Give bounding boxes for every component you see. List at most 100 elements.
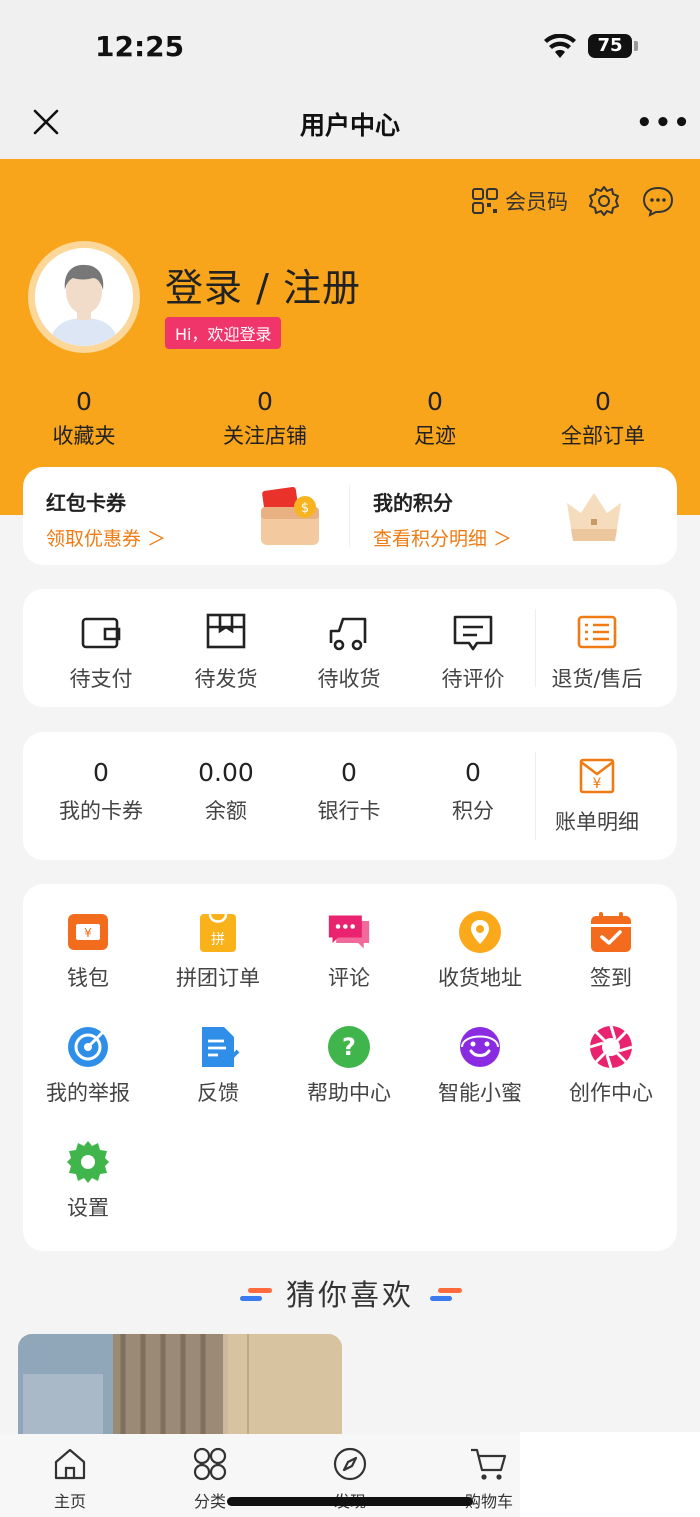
stat-all-orders[interactable]: 0 全部订单 <box>543 387 663 450</box>
coupon-title: 红包卡券 <box>46 491 126 515</box>
order-pending-review[interactable]: 待评价 <box>413 611 533 693</box>
box-icon <box>206 613 246 649</box>
wallet-label: 银行卡 <box>317 799 381 823</box>
order-label: 退货/售后 <box>551 667 643 691</box>
stat-value: 0 <box>427 387 443 416</box>
coupon-section[interactable]: 红包卡券 领取优惠券 ＞ <box>46 487 166 551</box>
stat-value: 0 <box>257 387 273 416</box>
target-icon <box>68 1027 108 1067</box>
coupon-link[interactable]: 领取优惠券 ＞ <box>46 524 166 551</box>
battery-nub <box>634 41 638 51</box>
stat-value: 0 <box>76 387 92 416</box>
stat-label: 足迹 <box>414 424 456 448</box>
cart-icon <box>471 1448 507 1480</box>
promo-divider <box>349 485 350 547</box>
truck-icon <box>329 617 367 651</box>
service-label: 我的举报 <box>46 1081 130 1105</box>
bill-details[interactable]: ¥ 账单明细 <box>537 754 657 836</box>
product-photo <box>18 1334 342 1444</box>
calendar-check-icon <box>591 912 631 952</box>
divider <box>535 752 536 840</box>
service-wallet[interactable]: ¥ 钱包 <box>28 910 148 992</box>
return-list-icon <box>577 615 617 649</box>
comment-icon <box>453 615 493 651</box>
group-buy-icon: 拼 <box>200 913 236 952</box>
service-group-orders[interactable]: 拼 拼团订单 <box>158 910 278 992</box>
user-header: 会员码 登录 / 注册 Hi，欢迎登录 0 收藏夹 0 关注店铺 0 足迹 0 … <box>0 159 700 515</box>
stat-footprints[interactable]: 0 足迹 <box>385 387 485 450</box>
wallet-value: 0 <box>465 758 481 787</box>
divider <box>535 609 536 687</box>
svg-text:¥: ¥ <box>84 926 92 940</box>
stat-favorites[interactable]: 0 收藏夹 <box>34 387 134 450</box>
status-time: 12:25 <box>95 30 185 63</box>
avatar[interactable] <box>28 241 140 353</box>
order-return-after-sale[interactable]: 退货/售后 <box>537 611 657 693</box>
service-feedback[interactable]: 反馈 <box>158 1025 278 1107</box>
svg-text:¥: ¥ <box>593 776 602 792</box>
service-label: 创作中心 <box>569 1081 653 1105</box>
blank-area <box>520 1432 700 1517</box>
tab-label: 主页 <box>53 1492 86 1511</box>
points[interactable]: 0 积分 <box>413 758 533 825</box>
order-label: 待评价 <box>441 667 505 691</box>
avatar-image <box>35 248 133 346</box>
service-checkin[interactable]: 签到 <box>551 910 671 992</box>
service-label: 拼团订单 <box>176 966 260 990</box>
aperture-icon <box>589 1025 633 1069</box>
wifi-icon <box>544 34 576 58</box>
promo-card: 红包卡券 领取优惠券 ＞ $ 我的积分 查看积分明细 ＞ <box>23 467 677 565</box>
header-actions: 会员码 <box>471 183 676 219</box>
category-icon <box>193 1447 227 1481</box>
services-card: ¥ 钱包 拼 拼团订单 评论 收货地址 签到 我的举报 反馈 ? 帮助中心 智能… <box>23 884 677 1251</box>
guess-right-decoration <box>430 1288 462 1301</box>
service-label: 帮助中心 <box>307 1081 391 1105</box>
service-label: 评论 <box>328 966 370 990</box>
page-title: 用户中心 <box>299 111 400 140</box>
stat-label: 全部订单 <box>561 424 645 448</box>
compass-icon <box>333 1447 367 1481</box>
service-smart-assistant[interactable]: 智能小蜜 <box>420 1025 540 1107</box>
member-code-button[interactable]: 会员码 <box>471 186 568 216</box>
points-link[interactable]: 查看积分明细 ＞ <box>373 524 512 551</box>
points-section[interactable]: 我的积分 查看积分明细 ＞ <box>373 487 512 551</box>
welcome-badge: Hi，欢迎登录 <box>165 317 282 349</box>
qr-code-icon <box>472 188 498 214</box>
crown-icon <box>567 493 621 541</box>
wallet-value: 0.00 <box>198 758 254 787</box>
more-options-button[interactable]: ••• <box>636 108 692 138</box>
service-label: 智能小蜜 <box>438 1081 522 1105</box>
balance[interactable]: 0.00 余额 <box>166 758 286 825</box>
service-address[interactable]: 收货地址 <box>420 910 540 992</box>
product-image[interactable] <box>18 1334 342 1444</box>
my-coupons[interactable]: 0 我的卡券 <box>41 758 161 825</box>
service-help-center[interactable]: ? 帮助中心 <box>289 1025 409 1107</box>
service-label: 反馈 <box>197 1081 239 1105</box>
service-comments[interactable]: 评论 <box>289 910 409 992</box>
order-pending-shipment[interactable]: 待发货 <box>166 611 286 693</box>
stat-value: 0 <box>595 387 611 416</box>
service-settings[interactable]: 设置 <box>28 1140 148 1222</box>
stat-followed-shops[interactable]: 0 关注店铺 <box>205 387 325 450</box>
service-creator-center[interactable]: 创作中心 <box>551 1025 671 1107</box>
gear-icon[interactable] <box>586 183 622 219</box>
order-label: 待发货 <box>194 667 258 691</box>
order-pending-receipt[interactable]: 待收货 <box>289 611 409 693</box>
tab-home[interactable]: 主页 <box>25 1446 115 1512</box>
wallet-value: 0 <box>93 758 109 787</box>
login-register-link[interactable]: 登录 / 注册 <box>165 257 361 312</box>
wallet-label: 积分 <box>452 799 494 823</box>
points-title: 我的积分 <box>373 491 453 515</box>
service-report[interactable]: 我的举报 <box>28 1025 148 1107</box>
service-label: 收货地址 <box>438 966 522 990</box>
order-pending-payment[interactable]: 待支付 <box>41 611 161 693</box>
message-icon[interactable] <box>640 183 676 219</box>
wallet-label: 账单明细 <box>555 810 639 834</box>
orders-card: 待支付 待发货 待收货 待评价 退货/售后 <box>23 589 677 707</box>
document-edit-icon <box>202 1027 240 1067</box>
default-avatar-icon <box>35 248 133 346</box>
order-label: 待支付 <box>69 667 133 691</box>
assistant-face-icon <box>460 1027 500 1067</box>
bank-cards[interactable]: 0 银行卡 <box>289 758 409 825</box>
service-label: 设置 <box>67 1196 109 1220</box>
